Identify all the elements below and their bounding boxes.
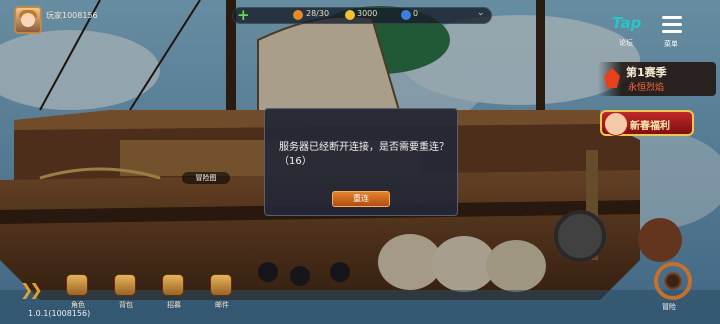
dialog-message: 服务器已经断开连接，是否需要重连？（16） xyxy=(279,142,449,167)
gold-icon xyxy=(345,10,355,20)
tap-forum-button[interactable]: Tap 论坛 xyxy=(612,14,648,48)
adventure-button[interactable]: 冒险 xyxy=(648,262,700,316)
season-title: 第1赛季 xyxy=(626,66,667,79)
menu-icon xyxy=(662,16,682,34)
chevron-down-icon[interactable]: ⌄ xyxy=(477,8,485,18)
character-portrait-icon xyxy=(604,112,628,136)
bottom-nav-recruit[interactable]: 招募 xyxy=(156,272,190,316)
new-year-welfare-label: 新春福利 xyxy=(630,121,670,132)
gem-icon xyxy=(401,10,411,20)
gold-value: 3000 xyxy=(357,9,378,18)
version-text: 1.0.1(1008156) xyxy=(28,309,91,318)
expand-arrow-icon[interactable]: ❯❯ xyxy=(20,280,43,299)
bottom-nav-mail[interactable]: 邮件 xyxy=(204,272,238,316)
bottom-nav-label: 招募 xyxy=(167,301,181,309)
bottom-nav-label: 背包 xyxy=(119,301,133,309)
reconnect-button[interactable]: 重连 xyxy=(332,191,390,207)
bottom-nav-backpack[interactable]: 背包 xyxy=(108,272,142,316)
reconnect-dialog: 服务器已经断开连接，是否需要重连？（16） 重连 xyxy=(264,108,458,216)
avatar-face xyxy=(21,13,35,27)
energy-value: 28/30 xyxy=(306,9,330,18)
adventure-label: 冒险 xyxy=(662,303,676,311)
mail-icon xyxy=(210,274,232,296)
adventure-map-tag[interactable]: 冒险图 xyxy=(182,172,230,184)
menu-button[interactable]: 菜单 xyxy=(656,16,690,50)
recruit-icon xyxy=(162,274,184,296)
menu-label: 菜单 xyxy=(664,40,678,48)
tap-logo: Tap xyxy=(612,14,642,32)
ship-wheel-icon xyxy=(654,262,692,300)
tap-forum-label: 论坛 xyxy=(619,39,633,47)
bottom-nav-label: 邮件 xyxy=(215,301,229,309)
player-name: 玩家1008156 xyxy=(46,11,98,20)
add-resource-icon[interactable]: + xyxy=(237,7,250,23)
backpack-icon xyxy=(114,274,136,296)
energy-icon xyxy=(293,10,303,20)
gem-value: 0 xyxy=(413,9,419,18)
player-avatar[interactable] xyxy=(14,6,42,34)
season-subtitle: 永恒烈焰 xyxy=(628,83,665,93)
character-icon xyxy=(66,274,88,296)
